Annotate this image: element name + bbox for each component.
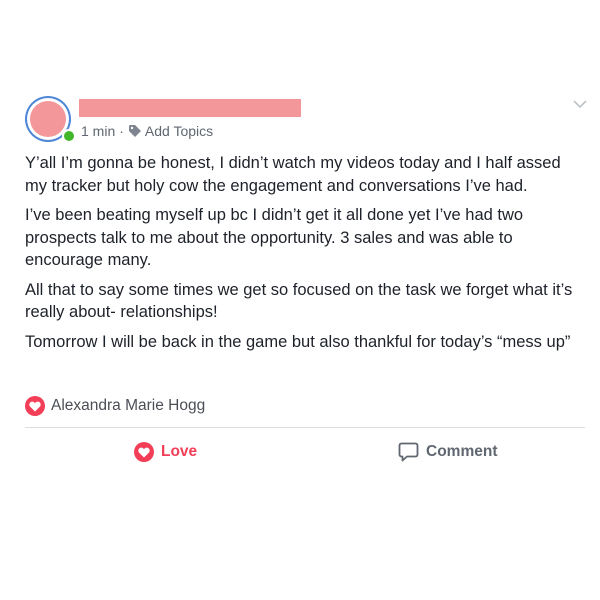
post-timestamp[interactable]: 1 min bbox=[81, 123, 115, 139]
post-card: 1 min · Add Topics Y’all I’m gonna be ho… bbox=[0, 0, 600, 600]
post-body: Y’all I’m gonna be honest, I didn’t watc… bbox=[25, 152, 585, 360]
online-status-icon bbox=[62, 129, 76, 143]
love-button-label: Love bbox=[161, 443, 198, 460]
comment-icon bbox=[398, 442, 419, 462]
love-icon bbox=[134, 442, 154, 462]
add-topics-label: Add Topics bbox=[144, 123, 214, 139]
chevron-down-icon[interactable] bbox=[572, 98, 588, 110]
divider bbox=[25, 427, 585, 428]
love-button[interactable]: Love bbox=[134, 438, 197, 466]
post-paragraph: Y’all I’m gonna be honest, I didn’t watc… bbox=[25, 154, 561, 195]
love-icon bbox=[25, 396, 45, 416]
comment-button[interactable]: Comment bbox=[398, 438, 497, 466]
post-paragraph: Tomorrow I will be back in the game but … bbox=[25, 332, 571, 351]
post-paragraph: I’ve been beating myself up bc I didn’t … bbox=[25, 206, 524, 269]
meta-separator: · bbox=[119, 123, 124, 139]
author-avatar[interactable] bbox=[25, 96, 76, 143]
add-topics-link[interactable]: Add Topics bbox=[128, 123, 213, 139]
tag-icon bbox=[128, 125, 141, 137]
reactor-name[interactable]: Alexandra Marie Hogg bbox=[51, 397, 205, 415]
post-paragraph: All that to say some times we get so foc… bbox=[25, 280, 573, 322]
avatar-image bbox=[30, 101, 66, 137]
reactions-summary[interactable]: Alexandra Marie Hogg bbox=[25, 395, 205, 417]
comment-button-label: Comment bbox=[426, 443, 498, 460]
post-meta: 1 min · Add Topics bbox=[81, 122, 213, 140]
author-name-redacted bbox=[79, 99, 301, 117]
